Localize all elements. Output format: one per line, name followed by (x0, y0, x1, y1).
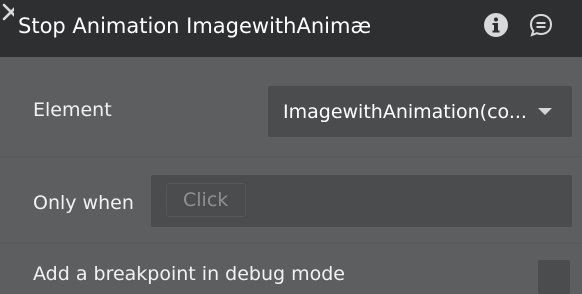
info-icon[interactable] (483, 12, 509, 38)
panel-header: Stop Animation ImagewithAnimæ (0, 0, 582, 57)
element-row: Element ImagewithAnimation(co... (0, 57, 582, 157)
close-icon[interactable] (0, 0, 20, 22)
breakpoint-checkbox[interactable] (538, 260, 570, 294)
only-when-placeholder: Click (166, 183, 246, 217)
only-when-condition-field[interactable]: Click (151, 175, 572, 227)
breakpoint-row: Add a breakpoint in debug mode (0, 245, 582, 294)
element-dropdown[interactable]: ImagewithAnimation(co... (268, 86, 572, 137)
panel-title: Stop Animation ImagewithAnimæ (18, 14, 372, 38)
only-when-label: Only when (33, 192, 134, 214)
only-when-row: Only when Click (0, 158, 582, 244)
breakpoint-label: Add a breakpoint in debug mode (33, 263, 345, 285)
element-dropdown-value: ImagewithAnimation(co... (283, 101, 527, 123)
caret-down-icon (538, 108, 552, 115)
element-label: Element (33, 99, 112, 121)
chat-icon[interactable] (528, 12, 554, 38)
